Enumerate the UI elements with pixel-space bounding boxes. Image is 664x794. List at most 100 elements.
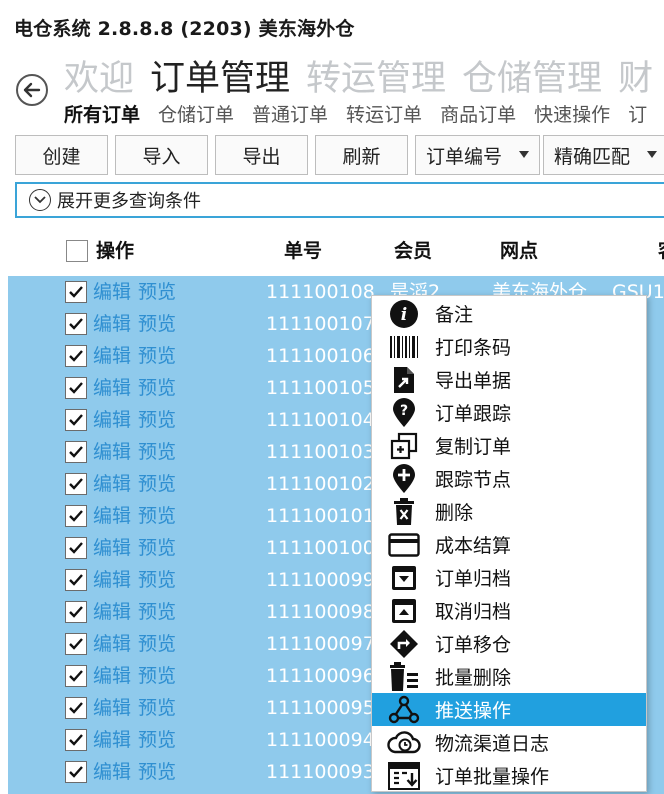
search-field-select[interactable]: 订单编号 xyxy=(415,135,540,175)
row-checkbox[interactable] xyxy=(65,665,87,687)
preview-link[interactable]: 预览 xyxy=(138,278,176,306)
order-number: 111100105 xyxy=(266,377,375,399)
back-button[interactable] xyxy=(16,74,48,106)
batch-delete-icon xyxy=(387,661,421,692)
refresh-button[interactable]: 刷新 xyxy=(315,135,408,175)
row-checkbox[interactable] xyxy=(65,697,87,719)
column-header-member[interactable]: 会员 xyxy=(394,236,432,266)
match-mode-select[interactable]: 精确匹配 xyxy=(543,135,664,175)
nav-tab-welcome[interactable]: 欢迎 xyxy=(64,59,134,99)
subnav-overflow[interactable]: 订 xyxy=(628,104,647,126)
context-menu-item-label: 复制订单 xyxy=(435,436,512,458)
checkmark-icon xyxy=(69,542,83,554)
column-header-number[interactable]: 单号 xyxy=(284,236,322,266)
edit-link[interactable]: 编辑 xyxy=(93,406,131,434)
preview-link[interactable]: 预览 xyxy=(138,470,176,498)
column-header-site[interactable]: 网点 xyxy=(500,236,538,266)
context-menu-item[interactable]: 推送操作 xyxy=(372,693,646,726)
import-button[interactable]: 导入 xyxy=(115,135,208,175)
context-menu-item[interactable]: 复制订单 xyxy=(372,429,646,462)
svg-text:i: i xyxy=(401,305,407,325)
preview-link[interactable]: 预览 xyxy=(138,406,176,434)
context-menu-item[interactable]: 物流渠道日志 xyxy=(372,726,646,759)
edit-link[interactable]: 编辑 xyxy=(93,630,131,658)
edit-link[interactable]: 编辑 xyxy=(93,566,131,594)
order-number: 111100100 xyxy=(266,537,375,559)
edit-link[interactable]: 编辑 xyxy=(93,534,131,562)
subnav-transit-orders[interactable]: 转运订单 xyxy=(346,104,422,126)
edit-link[interactable]: 编辑 xyxy=(93,758,131,786)
row-checkbox[interactable] xyxy=(65,473,87,495)
context-menu-item-label: 订单移仓 xyxy=(435,634,512,656)
row-checkbox[interactable] xyxy=(65,441,87,463)
preview-link[interactable]: 预览 xyxy=(138,534,176,562)
subnav-all-orders[interactable]: 所有订单 xyxy=(64,104,140,126)
nav-tab-finance[interactable]: 财 xyxy=(618,59,653,99)
context-menu-item[interactable]: ? 订单跟踪 xyxy=(372,396,646,429)
row-checkbox[interactable] xyxy=(65,569,87,591)
edit-link[interactable]: 编辑 xyxy=(93,278,131,306)
row-checkbox[interactable] xyxy=(65,313,87,335)
subnav-normal-orders[interactable]: 普通订单 xyxy=(252,104,328,126)
subnav-product-orders[interactable]: 商品订单 xyxy=(440,104,516,126)
row-checkbox[interactable] xyxy=(65,409,87,431)
preview-link[interactable]: 预览 xyxy=(138,374,176,402)
preview-link[interactable]: 预览 xyxy=(138,694,176,722)
edit-link[interactable]: 编辑 xyxy=(93,598,131,626)
context-menu-item[interactable]: 删除 xyxy=(372,495,646,528)
preview-link[interactable]: 预览 xyxy=(138,566,176,594)
add-pin-icon xyxy=(387,463,421,494)
nav-tab-transit-management[interactable]: 转运管理 xyxy=(306,59,446,99)
context-menu-item[interactable]: 订单批量操作 xyxy=(372,759,646,792)
row-checkbox[interactable] xyxy=(65,633,87,655)
row-checkbox[interactable] xyxy=(65,601,87,623)
edit-link[interactable]: 编辑 xyxy=(93,726,131,754)
expand-filters-label: 展开更多查询条件 xyxy=(57,191,201,212)
edit-link[interactable]: 编辑 xyxy=(93,662,131,690)
row-checkbox[interactable] xyxy=(65,345,87,367)
subnav-quick-actions[interactable]: 快速操作 xyxy=(534,104,610,126)
context-menu-item[interactable]: i 备注 xyxy=(372,297,646,330)
preview-link[interactable]: 预览 xyxy=(138,726,176,754)
edit-link[interactable]: 编辑 xyxy=(93,342,131,370)
edit-link[interactable]: 编辑 xyxy=(93,502,131,530)
edit-link[interactable]: 编辑 xyxy=(93,470,131,498)
preview-link[interactable]: 预览 xyxy=(138,630,176,658)
row-checkbox[interactable] xyxy=(65,377,87,399)
subnav-storage-orders[interactable]: 仓储订单 xyxy=(158,104,234,126)
chevron-down-icon xyxy=(519,151,529,158)
context-menu-item[interactable]: 订单移仓 xyxy=(372,627,646,660)
export-button[interactable]: 导出 xyxy=(215,135,308,175)
edit-link[interactable]: 编辑 xyxy=(93,310,131,338)
context-menu-item[interactable]: 成本结算 xyxy=(372,528,646,561)
preview-link[interactable]: 预览 xyxy=(138,662,176,690)
context-menu-item[interactable]: 订单归档 xyxy=(372,561,646,594)
row-checkbox[interactable] xyxy=(65,281,87,303)
preview-link[interactable]: 预览 xyxy=(138,598,176,626)
context-menu-item[interactable]: 批量删除 xyxy=(372,660,646,693)
preview-link[interactable]: 预览 xyxy=(138,310,176,338)
preview-link[interactable]: 预览 xyxy=(138,342,176,370)
row-checkbox[interactable] xyxy=(65,505,87,527)
context-menu-item[interactable]: 跟踪节点 xyxy=(372,462,646,495)
row-checkbox[interactable] xyxy=(65,761,87,783)
nav-tab-storage-management[interactable]: 仓储管理 xyxy=(462,59,602,99)
order-number: 111100104 xyxy=(266,409,375,431)
row-checkbox[interactable] xyxy=(65,729,87,751)
context-menu-item-label: 订单跟踪 xyxy=(435,403,512,425)
row-checkbox[interactable] xyxy=(65,537,87,559)
edit-link[interactable]: 编辑 xyxy=(93,374,131,402)
edit-link[interactable]: 编辑 xyxy=(93,438,131,466)
preview-link[interactable]: 预览 xyxy=(138,758,176,786)
preview-link[interactable]: 预览 xyxy=(138,502,176,530)
context-menu-item[interactable]: 导出单据 xyxy=(372,363,646,396)
column-header-action[interactable]: 操作 xyxy=(96,236,134,266)
context-menu-item[interactable]: 取消归档 xyxy=(372,594,646,627)
create-button[interactable]: 创建 xyxy=(15,135,108,175)
preview-link[interactable]: 预览 xyxy=(138,438,176,466)
nav-tab-order-management[interactable]: 订单管理 xyxy=(150,59,290,99)
context-menu-item[interactable]: 打印条码 xyxy=(372,330,646,363)
expand-filters-bar[interactable]: 展开更多查询条件 xyxy=(15,182,664,218)
select-all-checkbox[interactable] xyxy=(66,240,88,262)
edit-link[interactable]: 编辑 xyxy=(93,694,131,722)
